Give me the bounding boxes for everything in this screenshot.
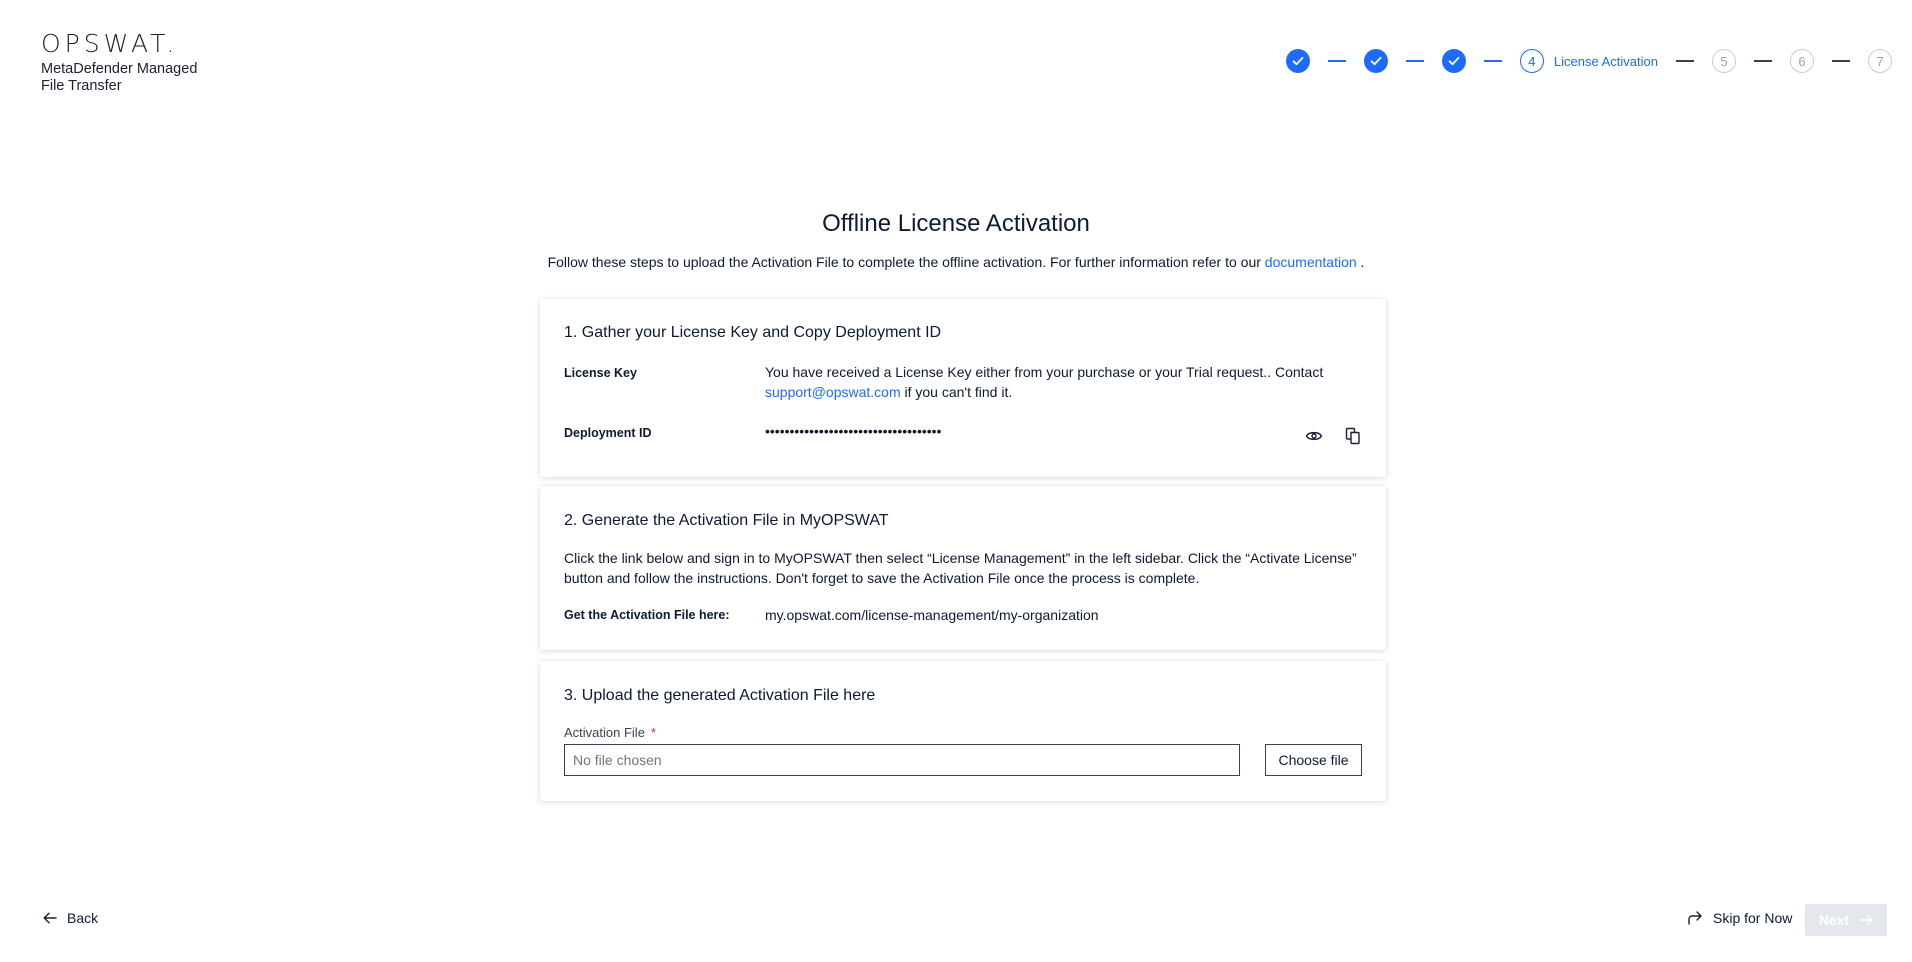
next-label: Next: [1818, 912, 1850, 928]
next-button[interactable]: Next: [1805, 904, 1887, 936]
license-key-text: You have received a License Key either f…: [765, 362, 1355, 402]
generate-activation-card: 2. Generate the Activation File in MyOPS…: [540, 486, 1386, 650]
step-connector: [1483, 60, 1502, 62]
setup-stepper: 4 License Activation 5 6 7: [1285, 48, 1892, 74]
arrow-right-icon: [1859, 914, 1873, 926]
step-5: 5: [1712, 49, 1736, 73]
step-6: 6: [1790, 49, 1814, 73]
section-3-title: 3. Upload the generated Activation File …: [564, 687, 876, 704]
license-key-description: You have received a License Key either f…: [765, 364, 1324, 380]
intro-text-body: Follow these steps to upload the Activat…: [547, 254, 1261, 270]
gather-license-card: 1. Gather your License Key and Copy Depl…: [540, 299, 1386, 477]
get-activation-file-label: Get the Activation File here:: [564, 608, 730, 622]
step-3-completed: [1441, 49, 1466, 73]
step-connector: [1405, 60, 1424, 62]
step-7: 7: [1868, 49, 1892, 73]
skip-label: Skip for Now: [1713, 910, 1793, 926]
step-connector: [1832, 60, 1850, 62]
section-2-instructions: Click the link below and sign in to MyOP…: [564, 550, 1357, 586]
step-2-completed: [1363, 49, 1388, 73]
deployment-id-value: ••••••••••••••••••••••••••••••••••••: [765, 423, 942, 439]
skip-for-now-button[interactable]: Skip for Now: [1687, 910, 1792, 926]
step-4-current: 4: [1519, 49, 1544, 73]
step-connector: [1754, 60, 1772, 62]
activation-file-label-text: Activation File: [564, 725, 645, 740]
section-2-title: 2. Generate the Activation File in MyOPS…: [564, 512, 889, 529]
step-1-completed: [1285, 49, 1310, 73]
step-current-label: License Activation: [1553, 53, 1658, 69]
eye-icon: [1305, 431, 1323, 441]
brand: OPSWAT. MetaDefender Managed File Transf…: [41, 30, 211, 94]
license-key-label: License Key: [564, 366, 637, 380]
required-mark: *: [650, 725, 656, 740]
arrow-left-icon: [43, 912, 57, 924]
support-email-link[interactable]: support@opswat.com: [765, 384, 901, 400]
opswat-logo: OPSWAT.: [41, 29, 179, 58]
license-key-description-end: if you can't find it.: [904, 384, 1013, 400]
activation-file-input[interactable]: [564, 744, 1240, 776]
checkmark-icon: [1292, 56, 1304, 66]
copy-deployment-id-button[interactable]: [1342, 425, 1364, 447]
step-connector: [1327, 60, 1346, 62]
deployment-id-label: Deployment ID: [564, 426, 652, 440]
checkmark-icon: [1370, 56, 1382, 66]
back-button[interactable]: Back: [43, 910, 98, 926]
choose-file-button[interactable]: Choose file: [1265, 744, 1362, 776]
section-1-title: 1. Gather your License Key and Copy Depl…: [564, 324, 942, 341]
documentation-link[interactable]: documentation: [1265, 254, 1357, 270]
intro-text-end: .: [1360, 254, 1365, 270]
forward-arrow-icon: [1688, 911, 1702, 925]
step-connector: [1676, 60, 1694, 62]
page-title: Offline License Activation: [822, 210, 1090, 237]
checkmark-icon: [1448, 56, 1460, 66]
show-deployment-id-button[interactable]: [1303, 425, 1325, 447]
upload-activation-card: 3. Upload the generated Activation File …: [540, 661, 1386, 801]
back-label: Back: [67, 910, 99, 926]
product-name: MetaDefender Managed File Transfer: [41, 61, 198, 94]
myopswat-license-link[interactable]: my.opswat.com/license-management/my-orga…: [765, 605, 1099, 625]
activation-file-label: Activation File *: [564, 725, 656, 740]
intro-text: Follow these steps to upload the Activat…: [0, 254, 1912, 270]
copy-icon: [1345, 427, 1360, 445]
